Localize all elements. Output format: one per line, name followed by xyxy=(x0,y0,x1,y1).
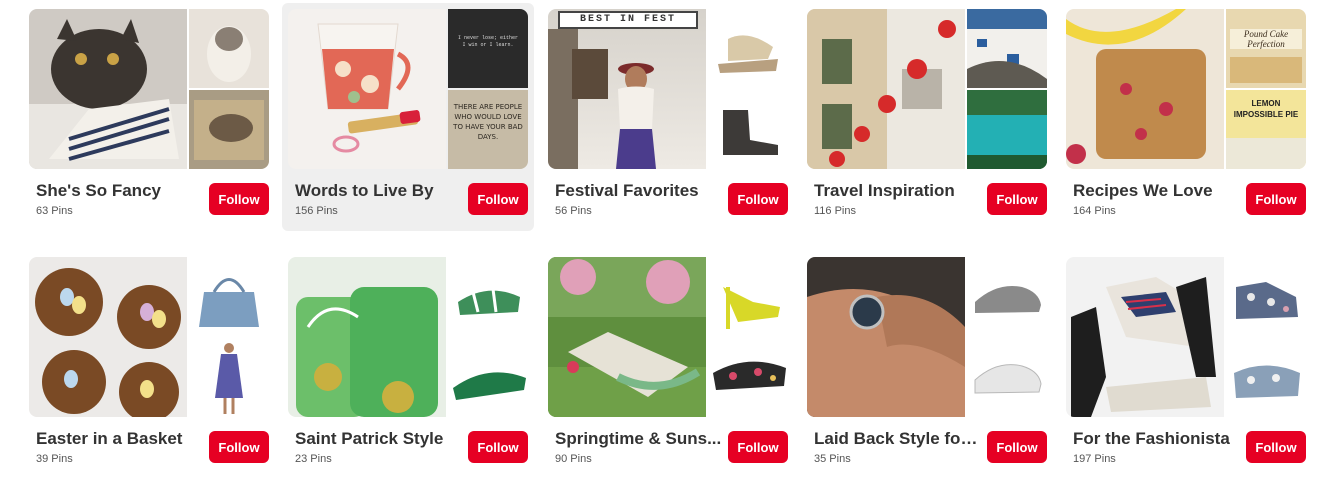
floral-boot-image xyxy=(1226,257,1306,336)
board-title[interactable]: Words to Live By xyxy=(295,181,463,201)
board-card[interactable]: Laid Back Style for ... 35 Pins Follow xyxy=(807,257,1047,477)
pin-count: 23 Pins xyxy=(295,453,332,465)
white-sneaker-image xyxy=(967,338,1047,417)
board-title[interactable]: Laid Back Style for ... xyxy=(814,429,982,449)
follow-button[interactable]: Follow xyxy=(209,183,269,215)
follow-button[interactable]: Follow xyxy=(987,431,1047,463)
lemon-pie-image: LEMON IMPOSSIBLE PIE xyxy=(1226,90,1306,169)
pin-count: 164 Pins xyxy=(1073,205,1116,217)
pin-count: 90 Pins xyxy=(555,453,592,465)
board-cover[interactable]: I never lose; either I win or I learn. T… xyxy=(288,9,528,169)
board-card[interactable]: Easter in a Basket 39 Pins Follow xyxy=(29,257,269,477)
board-title[interactable]: Recipes We Love xyxy=(1073,181,1241,201)
board-title[interactable]: For the Fashionista xyxy=(1073,429,1241,449)
floral-dress-image xyxy=(189,338,269,417)
garden-hammock-image xyxy=(548,257,706,417)
follow-button[interactable]: Follow xyxy=(1246,431,1306,463)
pound-cake-image: Pound Cake Perfection xyxy=(1226,9,1306,88)
green-flat-image xyxy=(448,338,528,417)
banana-bread-image xyxy=(1066,9,1224,169)
board-title[interactable]: Festival Favorites xyxy=(555,181,723,201)
pin-count: 56 Pins xyxy=(555,205,592,217)
board-card[interactable]: Springtime & Suns... 90 Pins Follow xyxy=(548,257,788,477)
board-cover[interactable] xyxy=(288,257,528,417)
board-cover[interactable] xyxy=(807,257,1047,417)
board-title[interactable]: Saint Patrick Style xyxy=(295,429,463,449)
board-cover[interactable] xyxy=(1066,257,1306,417)
pin-count: 39 Pins xyxy=(36,453,73,465)
shoes-collage-image xyxy=(1066,257,1224,417)
blue-handbag-image xyxy=(189,257,269,336)
gray-sneaker-image xyxy=(967,257,1047,336)
follow-button[interactable]: Follow xyxy=(987,183,1047,215)
follow-button[interactable]: Follow xyxy=(468,183,528,215)
green-jars-image xyxy=(288,257,446,417)
board-card[interactable]: BEST IN FEST Festival Favorites 56 Pins … xyxy=(548,9,788,229)
follow-button[interactable]: Follow xyxy=(1246,183,1306,215)
follow-button[interactable]: Follow xyxy=(728,183,788,215)
lagoon-image xyxy=(967,90,1047,169)
floral-flat-image xyxy=(708,338,788,417)
green-sandal-image xyxy=(448,257,528,336)
board-card[interactable]: Travel Inspiration 116 Pins Follow xyxy=(807,9,1047,229)
cat-with-shoe-image xyxy=(29,9,187,169)
mug-lipstick-image xyxy=(288,9,446,169)
wedge-sandal-image xyxy=(708,9,788,88)
kitten-image xyxy=(189,9,269,88)
board-title[interactable]: She's So Fancy xyxy=(36,181,204,201)
board-cover[interactable]: BEST IN FEST xyxy=(548,9,788,169)
floral-mary-jane-image xyxy=(1226,338,1306,417)
board-cover[interactable]: Pound Cake Perfection LEMON IMPOSSIBLE P… xyxy=(1066,9,1306,169)
board-title[interactable]: Travel Inspiration xyxy=(814,181,982,201)
board-card[interactable]: She's So Fancy 63 Pins Follow xyxy=(29,9,269,229)
lanterns-street-image xyxy=(807,9,965,169)
pin-count: 35 Pins xyxy=(814,453,851,465)
board-title[interactable]: Easter in a Basket xyxy=(36,429,204,449)
pin-count: 63 Pins xyxy=(36,205,73,217)
board-card[interactable]: I never lose; either I win or I learn. T… xyxy=(282,3,534,231)
pin-count: 116 Pins xyxy=(814,205,856,217)
follow-button[interactable]: Follow xyxy=(468,431,528,463)
festival-woman-image: BEST IN FEST xyxy=(548,9,706,169)
follow-button[interactable]: Follow xyxy=(209,431,269,463)
board-cover[interactable] xyxy=(548,257,788,417)
handwritten-quote-image: THERE ARE PEOPLE WHO WOULD LOVE TO HAVE … xyxy=(448,90,528,169)
pin-count: 197 Pins xyxy=(1073,453,1116,465)
board-cover[interactable] xyxy=(807,9,1047,169)
board-card[interactable]: Saint Patrick Style 23 Pins Follow xyxy=(288,257,528,477)
wristwatch-image xyxy=(807,257,965,417)
quote-image: I never lose; either I win or I learn. xyxy=(448,9,528,88)
board-card[interactable]: Pound Cake Perfection LEMON IMPOSSIBLE P… xyxy=(1066,9,1306,229)
chocolate-nests-image xyxy=(29,257,187,417)
board-cover[interactable] xyxy=(29,257,269,417)
cat-in-box-image xyxy=(189,90,269,169)
yellow-heel-image xyxy=(708,257,788,336)
board-title[interactable]: Springtime & Suns... xyxy=(555,429,723,449)
ankle-boot-image xyxy=(708,90,788,169)
pin-count: 156 Pins xyxy=(295,205,338,217)
board-cover[interactable] xyxy=(29,9,269,169)
santorini-image xyxy=(967,9,1047,88)
board-card[interactable]: For the Fashionista 197 Pins Follow xyxy=(1066,257,1306,477)
follow-button[interactable]: Follow xyxy=(728,431,788,463)
